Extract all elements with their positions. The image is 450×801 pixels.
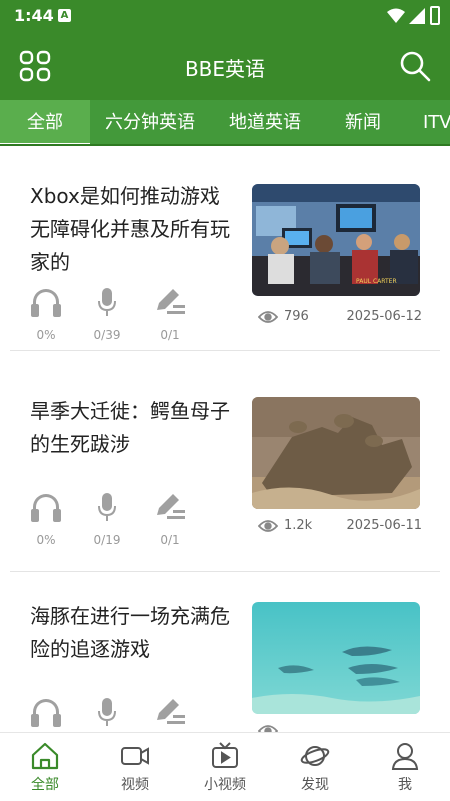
battery-icon (430, 6, 440, 25)
card-divider (10, 350, 440, 351)
tv-play-icon (212, 742, 238, 768)
tab-itv[interactable]: ITV (423, 100, 450, 146)
eye-icon (258, 520, 278, 532)
signal-icon (409, 8, 425, 24)
article-meta (258, 722, 422, 732)
tab-news[interactable]: 新闻 (345, 100, 381, 146)
bottom-navigation: 全部 视频 小视频 发现 我 (0, 732, 450, 801)
listen-progress: 0% (36, 533, 56, 547)
speak-progress: 0/19 (93, 533, 121, 547)
nav-me[interactable]: 我 (365, 733, 445, 801)
listen-stat[interactable] (26, 696, 66, 728)
notification-a-icon: A (58, 9, 71, 22)
write-progress: 0/1 (160, 328, 180, 342)
write-progress: 0/1 (160, 533, 180, 547)
article-meta: 796 2025-06-12 (258, 308, 422, 328)
crocodile-image (252, 397, 420, 509)
wifi-icon (387, 8, 405, 23)
nav-label: 全部 (31, 777, 59, 793)
listen-stat[interactable]: 0% (26, 491, 66, 547)
category-tabs: 全部 六分钟英语 地道英语 新闻 ITV (0, 100, 450, 146)
article-title[interactable]: 海豚在进行一场充满危险的追逐游戏 (30, 600, 236, 666)
write-stat[interactable] (150, 696, 190, 728)
eye-icon (258, 725, 278, 732)
nav-short-video[interactable]: 小视频 (185, 733, 265, 801)
tab-six-minute-english[interactable]: 六分钟英语 (105, 100, 195, 146)
article-title[interactable]: 旱季大迁徙：鳄鱼母子的生死跋涉 (30, 395, 236, 461)
app-title: BBE英语 (184, 57, 266, 81)
microphone-icon (98, 493, 116, 521)
headphones-icon (31, 699, 61, 727)
dolphins-image (252, 602, 420, 714)
article-thumbnail[interactable] (252, 397, 420, 509)
app-bar: BBE英语 (0, 32, 450, 100)
status-time: 1:44 (14, 6, 54, 25)
listen-progress: 0% (36, 328, 56, 342)
article-thumbnail[interactable]: PAUL CARTER (252, 184, 420, 296)
speak-stat[interactable] (87, 696, 127, 728)
nav-all[interactable]: 全部 (5, 733, 85, 801)
nav-label: 视频 (121, 777, 149, 793)
status-bar: 1:44 A (0, 0, 450, 32)
nav-video[interactable]: 视频 (95, 733, 175, 801)
article-thumbnail[interactable] (252, 602, 420, 714)
search-icon[interactable] (398, 49, 432, 83)
video-camera-icon (121, 747, 149, 765)
microphone-icon (98, 698, 116, 726)
write-stat[interactable]: 0/1 (150, 491, 190, 547)
pencil-write-icon (157, 289, 185, 314)
article-meta: 1.2k 2025-06-11 (258, 517, 422, 537)
gaming-room-image: PAUL CARTER (252, 184, 420, 296)
eye-icon (258, 311, 278, 323)
article-title[interactable]: Xbox是如何推动游戏无障碍化并惠及所有玩家的 (30, 180, 236, 279)
view-count: 1.2k (284, 518, 313, 533)
speak-stat[interactable]: 0/19 (87, 491, 127, 547)
write-stat[interactable]: 0/1 (150, 286, 190, 342)
nav-label: 发现 (301, 777, 329, 793)
speak-progress: 0/39 (93, 328, 121, 342)
listen-stat[interactable]: 0% (26, 286, 66, 342)
nav-label: 小视频 (204, 777, 246, 793)
article-card[interactable]: 海豚在进行一场充满危险的追逐游戏 (0, 572, 450, 732)
user-icon (391, 743, 419, 770)
publish-date: 2025-06-11 (346, 518, 422, 533)
nav-label: 我 (398, 777, 412, 793)
home-icon (31, 742, 59, 770)
article-card[interactable]: 旱季大迁徙：鳄鱼母子的生死跋涉 0% 0/19 0/1 1.2k 2025-06… (0, 367, 450, 572)
tab-all[interactable]: 全部 (0, 100, 90, 146)
nav-discover[interactable]: 发现 (275, 733, 355, 801)
tab-authentic-english[interactable]: 地道英语 (229, 100, 301, 146)
thumb-caption: PAUL CARTER (356, 278, 397, 285)
planet-icon (300, 746, 330, 766)
headphones-icon (31, 289, 61, 317)
headphones-icon (31, 494, 61, 522)
article-card[interactable]: Xbox是如何推动游戏无障碍化并惠及所有玩家的 0% 0/39 0/1 PAUL… (0, 146, 450, 351)
pencil-write-icon (157, 699, 185, 724)
pencil-write-icon (157, 494, 185, 519)
microphone-icon (98, 288, 116, 316)
article-feed[interactable]: Xbox是如何推动游戏无障碍化并惠及所有玩家的 0% 0/39 0/1 PAUL… (0, 146, 450, 732)
publish-date: 2025-06-12 (346, 309, 422, 324)
view-count: 796 (284, 309, 309, 324)
speak-stat[interactable]: 0/39 (87, 286, 127, 342)
